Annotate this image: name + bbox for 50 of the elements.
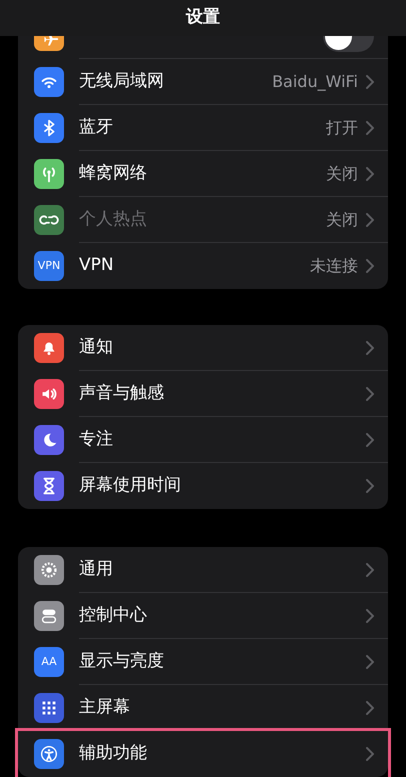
settings-row[interactable]: 蓝牙 打开	[18, 105, 388, 151]
chevron-icon	[366, 747, 374, 761]
chevron-icon	[366, 609, 374, 623]
chevron-icon	[366, 167, 374, 181]
setting-label: 蓝牙	[79, 116, 113, 140]
settings-row[interactable]: 蜂窝网络 关闭	[18, 151, 388, 197]
settings-row[interactable]: 主屏幕	[18, 685, 388, 731]
setting-label: 声音与触感	[79, 382, 164, 406]
chevron-icon	[366, 75, 374, 89]
chevron-icon	[366, 387, 374, 401]
setting-label: 辅助功能	[79, 742, 147, 766]
chevron-icon	[366, 701, 374, 715]
chevron-icon	[366, 563, 374, 577]
setting-value: 关闭	[326, 163, 358, 185]
setting-label: 蜂窝网络	[79, 162, 147, 186]
toggle-switch[interactable]	[323, 36, 374, 52]
setting-label: 无线局域网	[79, 70, 164, 94]
setting-label: 通用	[79, 558, 113, 582]
setting-label: 显示与亮度	[79, 650, 164, 674]
setting-value: Baidu_WiFi	[272, 71, 358, 93]
page-title: 设置	[186, 6, 220, 30]
setting-label: 主屏幕	[79, 696, 130, 720]
setting-label: 个人热点	[79, 208, 147, 232]
chevron-icon	[366, 479, 374, 493]
settings-row[interactable]: 屏幕使用时间	[18, 463, 388, 509]
setting-label: 专注	[79, 428, 113, 452]
chevron-icon	[366, 121, 374, 135]
settings-row[interactable]: VPN VPN 未连接	[18, 243, 388, 289]
settings-row[interactable]: 控制中心	[18, 593, 388, 639]
chevron-icon	[366, 655, 374, 669]
settings-row[interactable]: 专注	[18, 417, 388, 463]
chevron-icon	[366, 213, 374, 227]
settings-row[interactable]: 声音与触感	[18, 371, 388, 417]
setting-label: 通知	[79, 336, 113, 360]
chevron-icon	[366, 341, 374, 355]
settings-row[interactable]: 通用	[18, 547, 388, 593]
setting-value: 打开	[326, 117, 358, 139]
settings-row[interactable]: AA 显示与亮度	[18, 639, 388, 685]
icon-label: VPN	[38, 258, 60, 274]
setting-value: 关闭	[326, 209, 358, 231]
settings-row[interactable]: 辅助功能	[18, 731, 388, 777]
setting-label: 屏幕使用时间	[79, 474, 181, 498]
setting-label: 控制中心	[79, 604, 147, 628]
chevron-icon	[366, 259, 374, 273]
settings-row[interactable]: 无线局域网 Baidu_WiFi	[18, 59, 388, 105]
setting-value: 未连接	[310, 255, 358, 277]
setting-label: VPN	[79, 254, 114, 278]
chevron-icon	[366, 433, 374, 447]
icon-label: AA	[41, 654, 57, 670]
settings-row[interactable]: 通知	[18, 325, 388, 371]
